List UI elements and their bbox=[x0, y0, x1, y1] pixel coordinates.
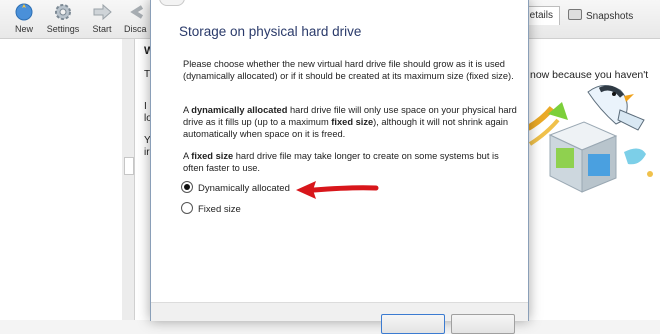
welcome-text-fragment: I bbox=[144, 101, 147, 112]
fixed-description-text: A fixed size hard drive file may take lo… bbox=[183, 151, 499, 173]
tab-details-label: etails bbox=[529, 10, 553, 21]
new-icon bbox=[15, 3, 33, 21]
radio-dynamically-allocated[interactable]: Dynamically allocated bbox=[181, 181, 290, 195]
storage-intro-text: Please choose whether the new virtual ha… bbox=[183, 59, 514, 81]
virtualbox-mascot-illustration bbox=[528, 85, 653, 193]
dialog-body: Please choose whether the new virtual ha… bbox=[151, 48, 528, 302]
discard-icon bbox=[130, 5, 144, 19]
discard-button-label: Disca bbox=[124, 24, 147, 34]
gear-icon bbox=[55, 4, 71, 20]
welcome-text-fragment: ir bbox=[144, 147, 150, 158]
tab-snapshots-label: Snapshots bbox=[586, 11, 634, 22]
new-button[interactable]: New bbox=[2, 0, 46, 38]
dynamic-description-text: A dynamically allocated hard drive file … bbox=[183, 105, 517, 139]
next-button[interactable] bbox=[381, 314, 445, 334]
scrollbar-thumb[interactable] bbox=[124, 157, 134, 175]
start-button-label: Start bbox=[92, 24, 112, 34]
radio-dynamically-allocated-label: Dynamically allocated bbox=[198, 183, 290, 194]
cancel-button[interactable] bbox=[451, 314, 515, 334]
create-virtual-hard-drive-dialog: Storage on physical hard drive Please ch… bbox=[150, 0, 529, 334]
radio-fixed-size[interactable]: Fixed size bbox=[181, 202, 241, 216]
discard-button[interactable]: Disca bbox=[120, 0, 154, 38]
camera-icon bbox=[568, 9, 582, 20]
dialog-header: Storage on physical hard drive bbox=[151, 0, 528, 48]
radio-selected-icon[interactable] bbox=[181, 181, 193, 193]
settings-button-label: Settings bbox=[46, 24, 80, 34]
start-arrow-icon bbox=[93, 3, 112, 21]
radio-fixed-size-label: Fixed size bbox=[198, 204, 241, 215]
dialog-footer bbox=[151, 302, 528, 334]
dialog-title: Storage on physical hard drive bbox=[179, 24, 362, 39]
window-icon-edge bbox=[159, 0, 185, 6]
settings-button[interactable]: Settings bbox=[41, 0, 85, 38]
new-button-label: New bbox=[14, 24, 33, 34]
annotation-arrow-icon bbox=[296, 181, 379, 199]
start-button[interactable]: Start bbox=[80, 0, 124, 38]
tab-snapshots[interactable]: Snapshots bbox=[568, 9, 633, 22]
vm-list-scrollbar[interactable] bbox=[122, 39, 135, 320]
vm-list-pane[interactable] bbox=[0, 39, 123, 320]
radio-unselected-icon[interactable] bbox=[181, 202, 193, 214]
